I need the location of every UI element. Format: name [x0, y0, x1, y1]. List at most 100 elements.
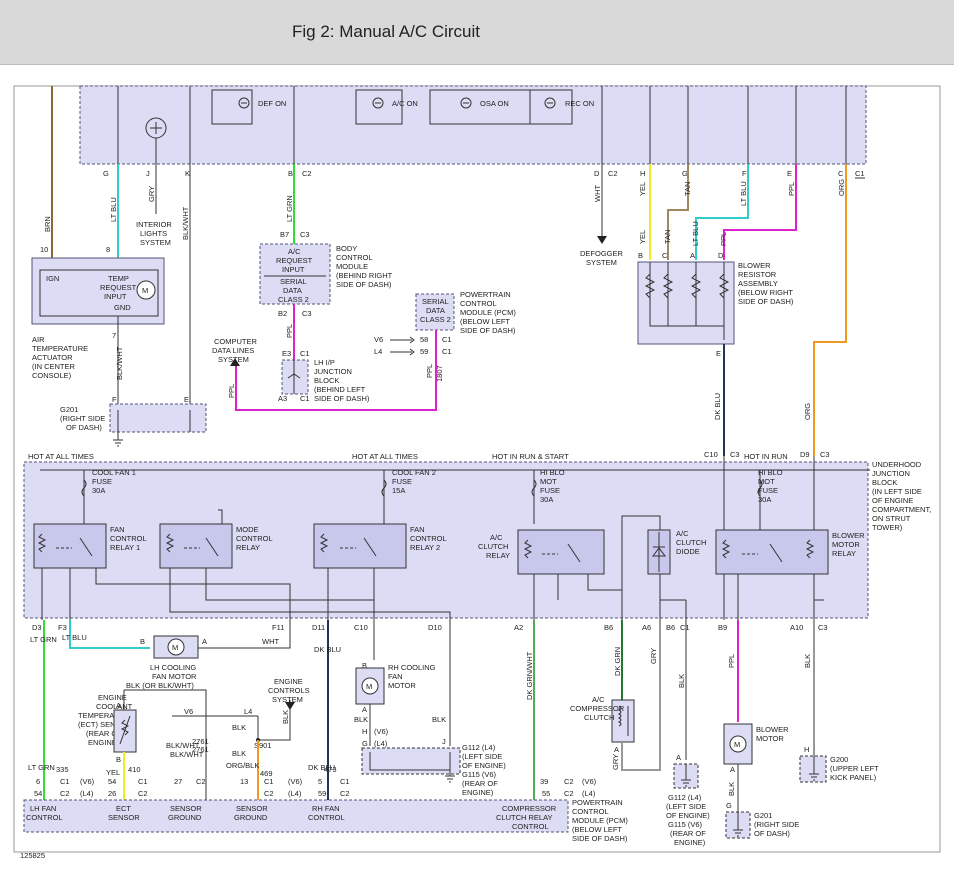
- svg-text:(BELOW LEFT: (BELOW LEFT: [572, 825, 622, 834]
- svg-text:COMPRESSOR: COMPRESSOR: [570, 704, 625, 713]
- svg-text:A/C ON: A/C ON: [392, 99, 418, 108]
- svg-text:FUSE: FUSE: [92, 477, 112, 486]
- svg-text:PPL: PPL: [719, 232, 728, 246]
- svg-text:2761: 2761: [192, 745, 209, 754]
- svg-text:1807: 1807: [435, 365, 444, 382]
- svg-text:RELAY: RELAY: [486, 551, 510, 560]
- svg-text:TOWER): TOWER): [872, 523, 903, 532]
- svg-text:CLUTCH: CLUTCH: [478, 542, 508, 551]
- svg-text:C1: C1: [442, 347, 452, 356]
- svg-text:D3: D3: [32, 623, 42, 632]
- svg-text:DIODE: DIODE: [676, 547, 700, 556]
- svg-text:CLASS 2: CLASS 2: [278, 295, 309, 304]
- svg-text:G: G: [362, 739, 368, 748]
- svg-text:YEL: YEL: [638, 230, 647, 244]
- svg-text:ENGINE): ENGINE): [462, 788, 494, 797]
- svg-text:COOL FAN 2: COOL FAN 2: [392, 468, 436, 477]
- svg-text:59: 59: [318, 789, 326, 798]
- svg-text:CONTROL: CONTROL: [336, 253, 373, 262]
- svg-text:54: 54: [34, 789, 42, 798]
- svg-text:BLK: BLK: [232, 723, 246, 732]
- svg-text:A/C: A/C: [592, 695, 605, 704]
- svg-text:B9: B9: [718, 623, 727, 632]
- svg-text:DK GRN/WHT: DK GRN/WHT: [525, 651, 534, 700]
- svg-text:G112 (L4): G112 (L4): [462, 743, 496, 752]
- svg-text:ENGINE: ENGINE: [274, 677, 303, 686]
- svg-text:A/C: A/C: [288, 247, 301, 256]
- svg-text:ORG/BLK: ORG/BLK: [226, 761, 259, 770]
- svg-text:ON STRUT: ON STRUT: [872, 514, 911, 523]
- svg-text:B: B: [116, 755, 121, 764]
- svg-text:55: 55: [542, 789, 550, 798]
- svg-text:LIGHTS: LIGHTS: [140, 229, 167, 238]
- svg-text:A: A: [362, 705, 367, 714]
- svg-text:C1: C1: [138, 777, 148, 786]
- ground-icon: [113, 439, 123, 447]
- svg-text:BLOCK: BLOCK: [872, 478, 897, 487]
- svg-text:MOT: MOT: [540, 477, 557, 486]
- svg-text:C3: C3: [300, 230, 310, 239]
- svg-text:(BELOW RIGHT: (BELOW RIGHT: [738, 288, 793, 297]
- svg-text:GROUND: GROUND: [168, 813, 202, 822]
- svg-text:BLK: BLK: [432, 715, 446, 724]
- svg-text:COMPUTER: COMPUTER: [214, 337, 258, 346]
- svg-text:FUSE: FUSE: [540, 486, 560, 495]
- svg-text:TEMP: TEMP: [108, 274, 129, 283]
- svg-text:CONTROL: CONTROL: [26, 813, 63, 822]
- svg-text:COMPRESSOR: COMPRESSOR: [502, 804, 557, 813]
- svg-text:D: D: [718, 251, 724, 260]
- svg-text:27: 27: [174, 777, 182, 786]
- svg-text:G115 (V6): G115 (V6): [462, 770, 497, 779]
- svg-text:(LEFT SIDE: (LEFT SIDE: [666, 802, 706, 811]
- svg-text:WHT: WHT: [593, 185, 602, 202]
- svg-text:FAN: FAN: [410, 525, 425, 534]
- svg-text:SENSOR: SENSOR: [236, 804, 268, 813]
- svg-text:C2: C2: [608, 169, 618, 178]
- svg-text:RELAY 2: RELAY 2: [410, 543, 440, 552]
- svg-text:BLK: BLK: [281, 710, 290, 724]
- svg-text:A/C: A/C: [490, 533, 503, 542]
- svg-text:V6: V6: [374, 335, 383, 344]
- svg-text:CLASS 2: CLASS 2: [420, 315, 451, 324]
- svg-text:13: 13: [240, 777, 248, 786]
- svg-text:B6: B6: [666, 623, 675, 632]
- svg-text:(L4): (L4): [288, 789, 302, 798]
- svg-text:MODE: MODE: [236, 525, 259, 534]
- svg-text:G200: G200: [830, 755, 848, 764]
- svg-text:A: A: [690, 251, 695, 260]
- svg-text:G201: G201: [754, 811, 772, 820]
- svg-text:IGN: IGN: [46, 274, 59, 283]
- svg-text:INPUT: INPUT: [282, 265, 305, 274]
- svg-text:MOTOR: MOTOR: [832, 540, 860, 549]
- svg-text:HI BLO: HI BLO: [758, 468, 783, 477]
- svg-text:30A: 30A: [540, 495, 553, 504]
- svg-text:DATA LINES: DATA LINES: [212, 346, 254, 355]
- svg-text:A: A: [614, 745, 619, 754]
- svg-text:BLOWER: BLOWER: [756, 725, 789, 734]
- svg-text:LT BLU: LT BLU: [62, 633, 87, 642]
- svg-text:BLK (OR BLK/WHT): BLK (OR BLK/WHT): [126, 681, 194, 690]
- arrow-icon: [597, 236, 607, 244]
- svg-text:HOT IN RUN: HOT IN RUN: [744, 452, 788, 461]
- svg-text:A10: A10: [790, 623, 803, 632]
- svg-text:C1: C1: [340, 777, 350, 786]
- svg-text:F3: F3: [58, 623, 67, 632]
- svg-text:MOTOR: MOTOR: [388, 681, 416, 690]
- svg-text:V6: V6: [184, 707, 193, 716]
- svg-text:UNDERHOOD: UNDERHOOD: [872, 460, 922, 469]
- svg-text:SIDE OF DASH): SIDE OF DASH): [314, 394, 370, 403]
- wiring-diagram: DEF ON A/C ON OSA ON REC ON G J K B C2 D…: [13, 85, 941, 860]
- svg-text:E3: E3: [282, 349, 291, 358]
- svg-text:BODY: BODY: [336, 244, 357, 253]
- svg-text:C2: C2: [264, 789, 274, 798]
- svg-text:PPL: PPL: [727, 654, 736, 668]
- svg-text:FAN: FAN: [388, 672, 403, 681]
- svg-text:JUNCTION: JUNCTION: [314, 367, 352, 376]
- svg-text:(L4): (L4): [80, 789, 94, 798]
- svg-text:C2: C2: [196, 777, 206, 786]
- svg-text:E: E: [184, 395, 189, 404]
- svg-text:COOL FAN 1: COOL FAN 1: [92, 468, 136, 477]
- svg-text:RH COOLING: RH COOLING: [388, 663, 436, 672]
- svg-text:RELAY: RELAY: [832, 549, 856, 558]
- svg-text:SIDE OF DASH): SIDE OF DASH): [572, 834, 628, 843]
